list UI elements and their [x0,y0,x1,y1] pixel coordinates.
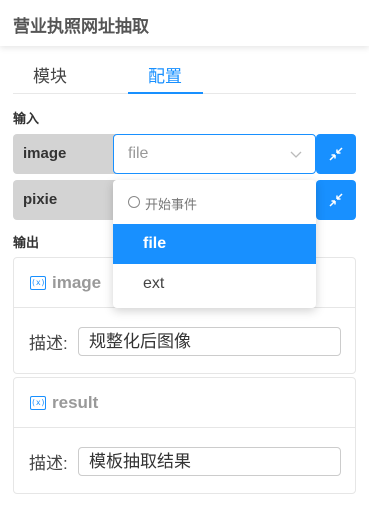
output-card-result: (x) result 描述: 模板抽取结果 [13,377,356,494]
output-card-header: (x) result [14,378,355,428]
description-input[interactable]: 模板抽取结果 [78,447,341,476]
collapse-icon [329,147,343,161]
collapse-icon [329,193,343,207]
output-name: result [52,393,99,412]
description-label: 描述: [29,334,68,353]
header-bar: 营业执照网址抽取 [0,0,369,46]
dropdown-option-file[interactable]: file [113,224,316,264]
param-name: pixie [13,180,116,220]
param-name: image [13,134,116,174]
page-title: 营业执照网址抽取 [13,17,149,36]
collapse-button[interactable] [316,180,356,220]
param-source-select[interactable]: file [113,134,316,174]
dropdown-group-header: 开始事件 [113,180,316,224]
description-label: 描述: [29,454,68,473]
collapse-button[interactable] [316,134,356,174]
chevron-down-icon [290,151,302,158]
radio-circle-icon [128,196,140,208]
output-section-label: 输出 [13,235,40,250]
output-name: image [52,273,102,292]
variable-icon: (x) [30,276,46,290]
param-row-image: image file [13,134,356,174]
tab-bar: 模块 配置 [13,58,356,94]
dropdown-group-label: 开始事件 [145,197,198,212]
tab-config[interactable]: 配置 [148,62,182,87]
output-card-body: 描述: 规整化后图像 [14,308,355,373]
source-dropdown-menu: 开始事件 file ext [113,180,316,308]
tab-module[interactable]: 模块 [33,62,67,87]
select-value: file [128,145,149,162]
variable-icon: (x) [30,396,46,410]
input-section-label: 输入 [13,111,40,126]
active-tab-indicator [128,92,203,94]
description-input[interactable]: 规整化后图像 [78,327,341,356]
dropdown-option-ext[interactable]: ext [113,264,316,304]
output-card-body: 描述: 模板抽取结果 [14,428,355,493]
